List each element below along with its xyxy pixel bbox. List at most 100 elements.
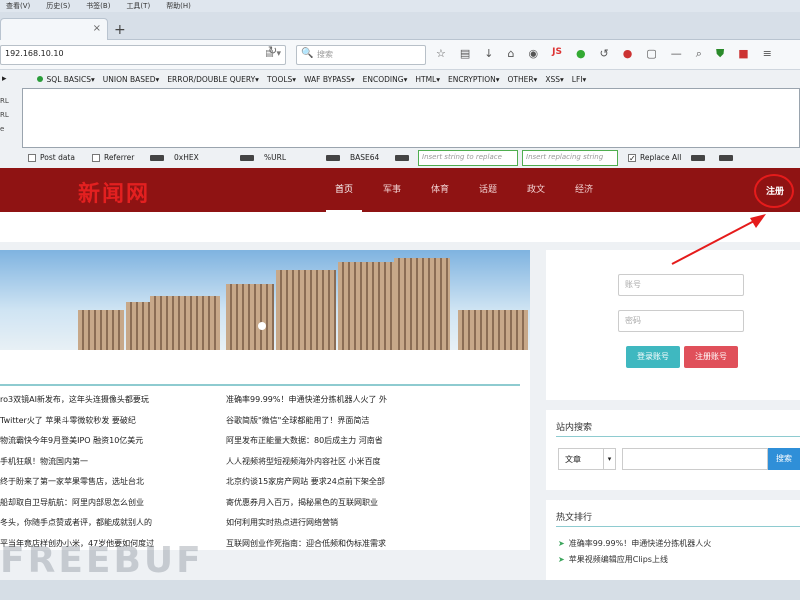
addon-refresh-icon[interactable]: ↺	[600, 47, 609, 61]
news-item[interactable]: 终于盼来了第一家苹果零售店，选址台北	[0, 472, 210, 493]
search-type-select[interactable]: 文章 ▾	[558, 448, 616, 470]
carousel-dot[interactable]	[258, 322, 266, 330]
overflow-menu-icon[interactable]: ≡	[763, 47, 772, 61]
news-item[interactable]: 物流霸快今年9月登美IPO 融资10亿美元	[0, 431, 210, 452]
news-item[interactable]: Twitter火了 苹果斗零微软秒发 要破纪	[0, 411, 210, 432]
nav-economy[interactable]: 经济	[560, 168, 608, 212]
nav-military[interactable]: 军事	[368, 168, 416, 212]
hackbar-menu-other[interactable]: OTHER▾	[507, 75, 537, 84]
nav-politics[interactable]: 政文	[512, 168, 560, 212]
star-icon[interactable]: ☆	[436, 47, 446, 61]
search-placeholder: 搜索	[317, 50, 333, 59]
hackbar-menu-html[interactable]: HTML▾	[415, 75, 440, 84]
hackbar-menu-lfi[interactable]: LFI▾	[572, 75, 586, 84]
menu-view[interactable]: 查看(V)	[6, 1, 30, 11]
news-item[interactable]: 准确率99.99%！申通快递分拣机器人火了 外	[226, 390, 438, 411]
news-item[interactable]: 谷歌简版"微信"全球都能用了！界面简洁	[226, 411, 438, 432]
post-data-option[interactable]: Post data	[28, 153, 75, 162]
zoom-icon[interactable]: ⌕	[696, 47, 702, 61]
news-item[interactable]: 阿里发布正能量大数据：80后成主力 河南省	[226, 431, 438, 452]
replace-back-arrow-icon	[719, 154, 734, 161]
close-icon[interactable]: ×	[93, 23, 101, 34]
home-icon[interactable]: ⌂	[508, 47, 515, 61]
news-item[interactable]: 手机狂飙！物流国内第一	[0, 452, 210, 473]
news-item[interactable]: 互联网创业作死指南：迎合低频和伪标准需求	[226, 534, 438, 555]
addon-page-icon[interactable]: ▢	[646, 47, 656, 61]
site-logo[interactable]: 新闻网	[78, 176, 150, 208]
new-tab-icon[interactable]: +	[114, 22, 126, 38]
load-url-label[interactable]: RL	[0, 94, 20, 108]
news-item[interactable]: 冬头，你随手点赞或者评，都能成就别人的	[0, 513, 210, 534]
post-data-label: Post data	[40, 153, 75, 162]
hackbar-menu-error-query[interactable]: ERROR/DOUBLE QUERY▾	[167, 75, 259, 84]
download-icon[interactable]: ↓	[484, 47, 493, 61]
replace-string-input[interactable]: Insert string to replace	[418, 150, 518, 166]
reload-icon[interactable]: ↻	[268, 44, 277, 57]
register-button[interactable]: 注册账号	[684, 346, 738, 368]
js-icon[interactable]: JS	[552, 47, 562, 61]
hackbar-menu-encoding[interactable]: ENCODING▾	[363, 75, 408, 84]
hackbar-menu-tools[interactable]: TOOLS▾	[267, 75, 296, 84]
banner-image[interactable]	[0, 250, 530, 350]
nav-sports[interactable]: 体育	[416, 168, 464, 212]
addon-red-icon[interactable]: ●	[623, 47, 633, 61]
site-search-panel: 站内搜索 文章 ▾ 搜索	[546, 410, 800, 490]
hot-article-text: 准确率99.99%！申通快递分拣机器人火	[568, 539, 712, 548]
encode-arrow-icon	[240, 154, 254, 161]
hackbar-status-icon	[36, 76, 43, 82]
menu-help[interactable]: 帮助(H)	[166, 1, 191, 11]
url-bar[interactable]: 192.168.10.10 ▤ ▾	[0, 45, 286, 65]
hackbar-menu-xss[interactable]: XSS▾	[545, 75, 563, 84]
replace-all-checkbox[interactable]	[628, 153, 636, 162]
referrer-option[interactable]: Referrer	[92, 153, 134, 162]
execute-label[interactable]: e	[0, 122, 20, 136]
menu-tools[interactable]: 工具(T)	[126, 1, 150, 11]
post-data-checkbox[interactable]	[28, 153, 36, 162]
hot-article-item[interactable]: ➤ 苹果视频编辑应用Clips上线	[558, 554, 668, 565]
login-panel: 账号 密码 登录账号 注册账号	[546, 250, 800, 400]
addon-green-icon[interactable]: ●	[576, 47, 586, 61]
site-search-button[interactable]: 搜索	[768, 448, 800, 470]
addon-red2-icon[interactable]: ■	[738, 47, 748, 61]
login-button[interactable]: 登录账号	[626, 346, 680, 368]
bookmark-list-icon[interactable]: ▤	[460, 47, 470, 61]
hackbar-menu-union-based[interactable]: UNION BASED▾	[103, 75, 160, 84]
addon-icon[interactable]: ◉	[528, 47, 538, 61]
site-search-input[interactable]	[622, 448, 768, 470]
hackbar-url-textarea[interactable]	[22, 88, 800, 148]
url-encode-option[interactable]: %URL	[240, 153, 286, 162]
nav-home[interactable]: 首页	[320, 168, 368, 212]
username-input[interactable]: 账号	[618, 274, 744, 296]
hackbar-side-labels: RL RL e	[0, 88, 20, 150]
browser-tab[interactable]: ×	[0, 18, 108, 40]
hackbar-menu-waf-bypass[interactable]: WAF BYPASS▾	[304, 75, 355, 84]
menu-bookmarks[interactable]: 书签(B)	[86, 1, 110, 11]
password-input[interactable]: 密码	[618, 310, 744, 332]
news-item[interactable]: 人人视频将型短视频海外内容社区 小米百度	[226, 452, 438, 473]
addon-minus-icon[interactable]: —	[671, 47, 682, 61]
referrer-checkbox[interactable]	[92, 153, 100, 162]
replacing-string-input[interactable]: Insert replacing string	[522, 150, 618, 166]
replace-arrow-icon	[691, 154, 706, 161]
base64-option[interactable]: BASE64	[326, 153, 415, 162]
hex-option[interactable]: 0xHEX	[150, 153, 199, 162]
search-panel-title: 站内搜索	[556, 423, 593, 433]
hex-label: 0xHEX	[174, 153, 199, 162]
news-item[interactable]: 北京约谈15家房产网站 要求24点前下架全部	[226, 472, 438, 493]
tab-bar: × +	[0, 12, 800, 40]
menu-history[interactable]: 历史(S)	[46, 1, 70, 11]
news-item[interactable]: ro3双镜AI新发布，这年头连摄像头都要玩	[0, 390, 210, 411]
replace-all-option[interactable]: Replace All	[628, 153, 739, 162]
news-item[interactable]: 寄优惠券月入百万，揭秘黑色的互联网职业	[226, 493, 438, 514]
hot-article-item[interactable]: ➤ 准确率99.99%！申通快递分拣机器人火	[558, 538, 711, 549]
base64-label: BASE64	[350, 153, 380, 162]
hackbar-menu-sql-basics[interactable]: SQL BASICS▾	[47, 75, 95, 84]
news-item[interactable]: 船却取自卫导航航：阿里内部思怎么创业	[0, 493, 210, 514]
chevron-down-icon: ▾	[603, 449, 615, 469]
nav-topics[interactable]: 话题	[464, 168, 512, 212]
shield-icon[interactable]: ⛊	[716, 47, 724, 61]
news-item[interactable]: 如何利用实时热点进行网络营销	[226, 513, 438, 534]
split-url-label[interactable]: RL	[0, 108, 20, 122]
search-box[interactable]: 🔍 搜索	[296, 45, 426, 65]
hackbar-menu-encryption[interactable]: ENCRYPTION▾	[448, 75, 500, 84]
